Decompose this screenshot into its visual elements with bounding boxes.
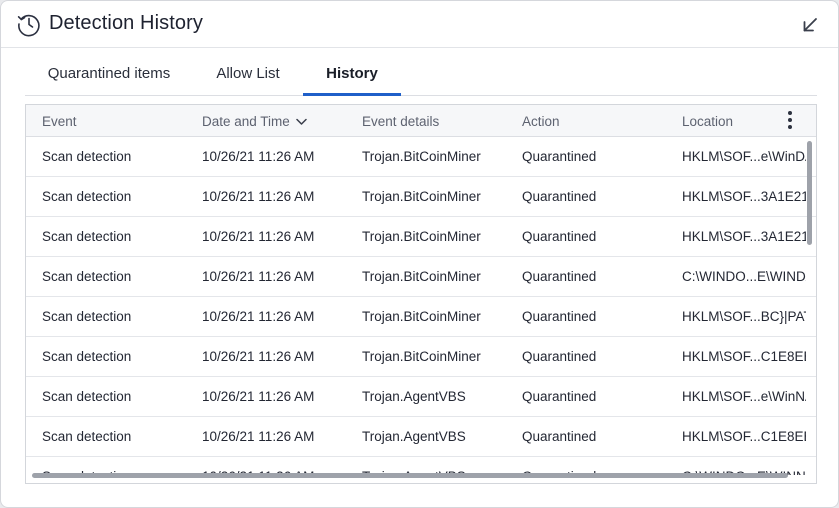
- cell-date-time: 10/26/21 11:26 AM: [202, 269, 315, 284]
- cell-action: Quarantined: [522, 269, 597, 284]
- table-row[interactable]: Scan detection 10/26/21 11:26 AM Trojan.Bi…: [26, 217, 816, 257]
- column-header-event[interactable]: Event: [42, 105, 77, 137]
- more-options-icon[interactable]: [786, 111, 794, 131]
- tab-history[interactable]: History: [303, 48, 401, 96]
- tab-bar: Quarantined items Allow List History: [25, 48, 817, 96]
- cell-event-details: Trojan.BitCoinMiner: [362, 349, 481, 364]
- cell-location: C:\WINDO...E\WIND/: [682, 269, 806, 284]
- cell-event-details: Trojan.BitCoinMiner: [362, 269, 481, 284]
- cell-date-time: 10/26/21 11:26 AM: [202, 149, 315, 164]
- cell-event: Scan detection: [42, 189, 132, 204]
- cell-location: HKLM\SOF...3A1E21: [682, 189, 806, 204]
- cell-date-time: 10/26/21 11:26 AM: [202, 349, 315, 364]
- cell-location: HKLM\SOF...3A1E21: [682, 229, 806, 244]
- table-row[interactable]: Scan detection 10/26/21 11:26 AM Trojan.Bi…: [26, 177, 816, 217]
- cell-date-time: 10/26/21 11:26 AM: [202, 229, 315, 244]
- cell-event-details: Trojan.BitCoinMiner: [362, 229, 481, 244]
- cell-action: Quarantined: [522, 349, 597, 364]
- table-row[interactable]: Scan detection 10/26/21 11:26 AM Trojan.Bi…: [26, 297, 816, 337]
- cell-event: Scan detection: [42, 309, 132, 324]
- cell-event-details: Trojan.BitCoinMiner: [362, 149, 481, 164]
- table-body: Scan detection 10/26/21 11:26 AM Trojan.Bi…: [26, 137, 816, 475]
- cell-date-time: 10/26/21 11:26 AM: [202, 189, 315, 204]
- cell-event: Scan detection: [42, 349, 132, 364]
- cell-action: Quarantined: [522, 189, 597, 204]
- cell-action: Quarantined: [522, 429, 597, 444]
- cell-location: HKLM\SOF...BC}|PAT: [682, 309, 806, 324]
- column-header-event-details[interactable]: Event details: [362, 105, 439, 137]
- history-table: Event Date and Time Event details Action…: [25, 104, 817, 484]
- table-row[interactable]: Scan detection 10/26/21 11:26 AM Trojan.Bi…: [26, 337, 816, 377]
- window-title: Detection History: [49, 12, 203, 34]
- column-header-date-time[interactable]: Date and Time: [202, 105, 307, 137]
- cell-location: HKLM\SOF...e\WinNA: [682, 389, 806, 404]
- cell-location: HKLM\SOF...C1E8EB: [682, 429, 806, 444]
- cell-location: HKLM\SOF...C1E8EB: [682, 349, 806, 364]
- history-clock-icon: [17, 14, 40, 37]
- table-row[interactable]: Scan detection 10/26/21 11:26 AM Trojan.Bi…: [26, 137, 816, 177]
- cell-date-time: 10/26/21 11:26 AM: [202, 429, 315, 444]
- cell-event-details: Trojan.AgentVBS: [362, 389, 466, 404]
- cell-event: Scan detection: [42, 389, 132, 404]
- cell-event-details: Trojan.AgentVBS: [362, 429, 466, 444]
- column-header-location[interactable]: Location: [682, 105, 733, 137]
- horizontal-scrollbar[interactable]: [32, 473, 788, 478]
- cell-action: Quarantined: [522, 389, 597, 404]
- cell-date-time: 10/26/21 11:26 AM: [202, 309, 315, 324]
- table-row[interactable]: Scan detection 10/26/21 11:26 AM Trojan.Bi…: [26, 257, 816, 297]
- tab-allow-list[interactable]: Allow List: [213, 48, 283, 96]
- column-header-action[interactable]: Action: [522, 105, 560, 137]
- chevron-down-icon: [296, 119, 307, 126]
- title-bar: Detection History: [1, 1, 838, 48]
- cell-location: HKLM\SOF...e\WinDA: [682, 149, 806, 164]
- table-row[interactable]: Scan detection 10/26/21 11:26 AM Trojan.Ag…: [26, 377, 816, 417]
- cell-event-details: Trojan.BitCoinMiner: [362, 309, 481, 324]
- cell-event: Scan detection: [42, 229, 132, 244]
- cell-action: Quarantined: [522, 309, 597, 324]
- table-row[interactable]: Scan detection 10/26/21 11:26 AM Trojan.Ag…: [26, 417, 816, 457]
- cell-date-time: 10/26/21 11:26 AM: [202, 389, 315, 404]
- cell-event: Scan detection: [42, 429, 132, 444]
- table-header: Event Date and Time Event details Action…: [26, 105, 816, 137]
- cell-action: Quarantined: [522, 229, 597, 244]
- cell-action: Quarantined: [522, 149, 597, 164]
- vertical-scrollbar[interactable]: [807, 141, 812, 245]
- tab-quarantined-items[interactable]: Quarantined items: [47, 48, 171, 96]
- cell-event-details: Trojan.BitCoinMiner: [362, 189, 481, 204]
- collapse-arrow-icon[interactable]: [800, 15, 820, 35]
- cell-event: Scan detection: [42, 269, 132, 284]
- detection-history-window: Detection History Quarantined items Allo…: [0, 0, 839, 508]
- cell-event: Scan detection: [42, 149, 132, 164]
